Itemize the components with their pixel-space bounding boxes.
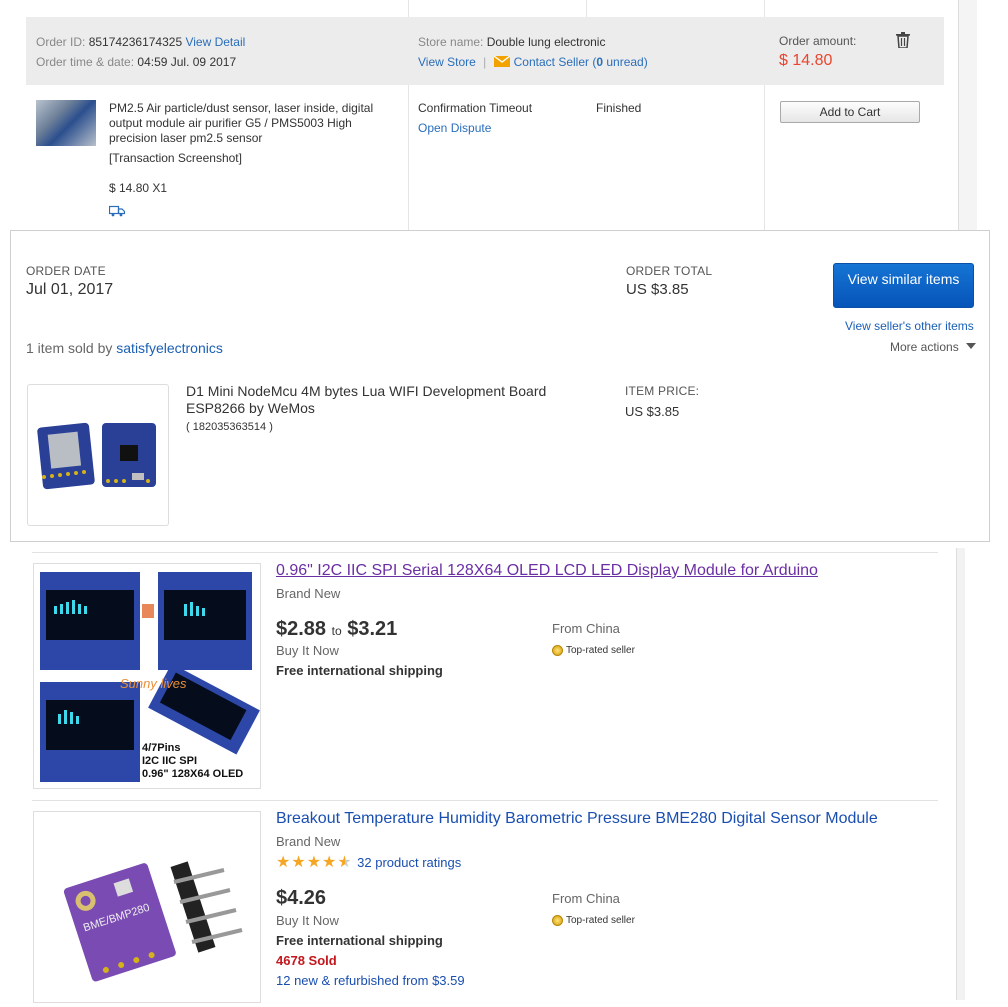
store-links-row: View Store | Contact Seller (0 unread) <box>418 55 648 69</box>
search-results: Sunny lives 4/7Pins I2C IIC SPI 0.96" 12… <box>32 548 962 1003</box>
top-rated-label: Top-rated seller <box>566 645 635 657</box>
price-quantity: $ 14.80 X1 <box>109 181 168 195</box>
image-watermark: Sunny lives <box>120 676 187 691</box>
view-similar-button[interactable]: View similar items <box>833 263 974 308</box>
store-name-row: Store name: Double lung electronic <box>418 35 605 49</box>
more-actions-dropdown[interactable]: More actions <box>890 340 977 354</box>
top-rated-label: Top-rated seller <box>566 915 635 927</box>
listing-image[interactable]: Sunny lives 4/7Pins I2C IIC SPI 0.96" 12… <box>33 563 261 789</box>
image-caption: 4/7Pins I2C IIC SPI 0.96" 128X64 OLED <box>142 742 243 781</box>
refurbished-link[interactable]: 12 new & refurbished from $3.59 <box>276 973 465 988</box>
store-name: Double lung electronic <box>486 35 606 49</box>
top-rated-badge: Top-rated seller <box>552 915 635 926</box>
order-time-label: Order time & date: <box>36 55 135 69</box>
star-icon: ★ <box>291 854 307 871</box>
item-number: ( 182035363514 ) <box>186 421 273 433</box>
order-total: US $3.85 <box>626 281 689 298</box>
price-high: $3.21 <box>347 618 398 640</box>
item-price-label: ITEM PRICE: <box>625 384 700 398</box>
order-header: Order ID: 85174236174325 View Detail Ord… <box>26 17 944 85</box>
image-caption-line: 0.96" 128X64 OLED <box>142 768 244 780</box>
order-amount-label: Order amount: <box>779 34 857 48</box>
view-store-link[interactable]: View Store <box>418 55 476 69</box>
item-thumbnail[interactable] <box>27 384 169 526</box>
item-title-link[interactable]: D1 Mini NodeMcu 4M bytes Lua WIFI Develo… <box>186 383 606 417</box>
listing-price: $4.26 <box>276 887 327 909</box>
order-amount: $ 14.80 <box>779 52 833 69</box>
column-divider <box>586 0 587 17</box>
envelope-icon <box>493 55 511 67</box>
top-rated-icon <box>552 915 563 926</box>
open-dispute-link[interactable]: Open Dispute <box>418 121 491 135</box>
shipping-truck-icon[interactable] <box>109 205 125 217</box>
scrollbar-track[interactable] <box>958 0 977 230</box>
column-divider <box>764 85 765 230</box>
order-id-label: Order ID: <box>36 35 86 49</box>
scrollbar-track[interactable] <box>956 548 965 1000</box>
top-rated-icon <box>552 645 563 656</box>
aliexpress-order-card: Order ID: 85174236174325 View Detail Ord… <box>10 0 977 230</box>
view-detail-link[interactable]: View Detail <box>185 35 245 49</box>
product-title-link[interactable]: PM2.5 Air particle/dust sensor, laser in… <box>109 101 389 146</box>
star-icon: ★ <box>306 854 323 871</box>
link-separator: | <box>483 55 487 69</box>
add-to-cart-button[interactable]: Add to Cart <box>780 101 920 123</box>
column-divider <box>408 0 409 17</box>
star-rating-icon: ★★★★★ <box>276 854 353 871</box>
divider <box>32 800 938 801</box>
order-total-label: ORDER TOTAL <box>626 264 713 278</box>
listing-format: Buy It Now <box>276 913 339 928</box>
ratings-count-link[interactable]: 32 product ratings <box>357 855 461 870</box>
price-low: $2.88 <box>276 618 327 640</box>
order-date-label: ORDER DATE <box>26 264 106 278</box>
trash-icon[interactable] <box>896 32 910 48</box>
listing-shipping: Free international shipping <box>276 663 443 678</box>
sold-by-row: 1 item sold by satisfyelectronics <box>26 340 223 356</box>
order-status: Finished <box>596 101 642 115</box>
transaction-screenshot-link[interactable]: [Transaction Screenshot] <box>109 151 242 165</box>
more-actions-label: More actions <box>890 340 959 354</box>
listing-shipping: Free international shipping <box>276 933 443 948</box>
wemos-board-image <box>37 422 156 490</box>
star-icon: ★ <box>337 854 353 871</box>
column-divider <box>764 0 765 17</box>
star-icon: ★ <box>276 854 292 871</box>
product-rating[interactable]: ★★★★★ 32 product ratings <box>276 852 461 872</box>
order-id-row: Order ID: 85174236174325 View Detail <box>36 35 245 49</box>
listing-title-link[interactable]: Breakout Temperature Humidity Barometric… <box>276 810 878 828</box>
order-id: 85174236174325 <box>88 35 183 49</box>
product-thumbnail[interactable] <box>36 100 96 146</box>
caret-down-icon <box>966 343 977 349</box>
order-date: Jul 01, 2017 <box>26 281 114 298</box>
listing-price: $2.88 to $3.21 <box>276 618 397 641</box>
listing-condition: Brand New <box>276 586 341 601</box>
ebay-order-card: ORDER DATE Jul 01, 2017 ORDER TOTAL US $… <box>10 230 990 542</box>
top-rated-badge: Top-rated seller <box>552 645 635 656</box>
order-time-row: Order time & date: 04:59 Jul. 09 2017 <box>36 55 236 69</box>
item-price: US $3.85 <box>625 404 680 419</box>
image-caption-line: 4/7Pins <box>142 742 181 754</box>
price-to: to <box>331 624 342 638</box>
sold-count: 4678 Sold <box>276 953 337 968</box>
store-name-label: Store name: <box>418 35 484 49</box>
view-seller-items-link[interactable]: View seller's other items <box>845 319 974 333</box>
listing-condition: Brand New <box>276 834 341 849</box>
listing-location: From China <box>552 891 620 906</box>
listing-image[interactable]: BME/BMP280 <box>33 811 261 1003</box>
contact-seller-link[interactable]: Contact Seller (0 unread) <box>514 55 648 69</box>
sold-by-label: 1 item sold by <box>26 340 117 356</box>
star-icon: ★ <box>322 854 338 871</box>
listing-format: Buy It Now <box>276 643 339 658</box>
seller-link[interactable]: satisfyelectronics <box>116 340 223 356</box>
image-caption-line: I2C IIC SPI <box>142 755 198 767</box>
listing-title-link[interactable]: 0.96" I2C IIC SPI Serial 128X64 OLED LCD… <box>276 562 818 580</box>
divider <box>32 552 938 553</box>
order-time: 04:59 Jul. 09 2017 <box>137 55 237 69</box>
listing-location: From China <box>552 621 620 636</box>
column-divider <box>408 85 409 230</box>
confirmation-timeout: Confirmation Timeout <box>418 101 533 115</box>
